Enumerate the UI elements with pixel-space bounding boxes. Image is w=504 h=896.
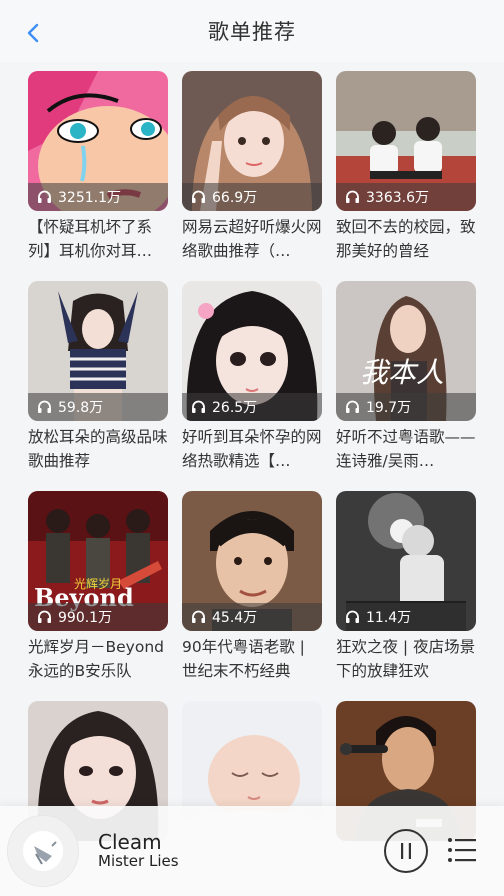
headphones-icon — [192, 190, 205, 203]
playlist-title: 放松耳朵的高级品味歌曲推荐 — [28, 428, 168, 470]
top-bar: 歌单推荐 — [0, 0, 504, 62]
play-count-value: 19.7万 — [366, 400, 412, 416]
playlist-grid: 3251.1万 【怀疑耳机坏了系列】耳机你对耳… 66.9万 网易云超好听爆火网… — [0, 62, 504, 896]
play-count-value: 3251.1万 — [58, 190, 121, 206]
play-count-value: 3363.6万 — [366, 190, 429, 206]
play-count: 66.9万 — [182, 183, 322, 211]
play-count: 19.7万 — [336, 393, 476, 421]
playlist-card[interactable]: 我本人 19.7万 好听不过粤语歌——连诗雅/吴雨… — [336, 281, 476, 491]
headphones-icon — [346, 190, 359, 203]
playlist-cover: 3363.6万 — [336, 71, 476, 211]
playlist-cover: 26.5万 — [182, 281, 322, 421]
playlist-cover: 11.4万 — [336, 491, 476, 631]
playlist-title: 致回不去的校园，致那美好的曾经 — [336, 218, 476, 260]
playlist-cover: 66.9万 — [182, 71, 322, 211]
mini-player[interactable] — [0, 806, 504, 896]
now-playing-title: Cleam — [98, 830, 162, 854]
playlist-title: 狂欢之夜 | 夜店场景下的放肆狂欢 — [336, 638, 476, 680]
app-root: 歌单推荐 3251.1万 【怀疑耳机坏了系列】耳机你对耳… 66.9万 网易云超… — [0, 0, 504, 896]
playlist-card[interactable]: 59.8万 放松耳朵的高级品味歌曲推荐 — [28, 281, 168, 491]
play-count: 11.4万 — [336, 603, 476, 631]
playlist-cover: 我本人 19.7万 — [336, 281, 476, 421]
headphones-icon — [38, 400, 51, 413]
page-title: 歌单推荐 — [208, 20, 296, 44]
headphones-icon — [38, 190, 51, 203]
playlist-title: 好听不过粤语歌——连诗雅/吴雨… — [336, 428, 476, 470]
playlist-title: 光辉岁月－Beyond永远的B安乐队 — [28, 638, 164, 680]
playlist-button[interactable] — [446, 834, 478, 866]
playlist-card[interactable]: 光辉岁月 Beyond 990.1万 光辉岁月－Beyond永远的B安乐队 — [28, 491, 168, 701]
playlist-card[interactable]: 3251.1万 【怀疑耳机坏了系列】耳机你对耳… — [28, 71, 168, 281]
playlist-title: 【怀疑耳机坏了系列】耳机你对耳… — [28, 218, 153, 260]
cover-text: 我本人 — [360, 356, 445, 389]
headphones-icon — [192, 400, 205, 413]
play-count: 45.4万 — [182, 603, 322, 631]
playlist-card[interactable]: 26.5万 好听到耳朵怀孕的网络热歌精选【… — [182, 281, 322, 491]
playlist-title: 网易云超好听爆火网络歌曲推荐（… — [182, 218, 322, 260]
play-count-value: 59.8万 — [58, 400, 104, 416]
play-count-value: 26.5万 — [212, 400, 258, 416]
headphones-icon — [38, 610, 51, 623]
chevron-left-icon — [27, 23, 39, 43]
playlist-cover: 光辉岁月 Beyond 990.1万 — [28, 491, 168, 631]
album-art-icon — [34, 841, 57, 865]
headphones-icon — [192, 610, 205, 623]
pause-icon — [401, 843, 411, 859]
headphones-icon — [346, 400, 359, 413]
pause-button[interactable] — [384, 829, 428, 873]
play-count-value: 11.4万 — [366, 610, 412, 626]
playlist-card[interactable]: 45.4万 90年代粤语老歌 | 世纪末不朽经典 — [182, 491, 322, 701]
play-count: 26.5万 — [182, 393, 322, 421]
play-count: 3363.6万 — [336, 183, 476, 211]
back-button[interactable] — [16, 16, 50, 50]
playlist-cover: 3251.1万 — [28, 71, 168, 211]
playlist-cover: 45.4万 — [182, 491, 322, 631]
playlist-card[interactable]: 11.4万 狂欢之夜 | 夜店场景下的放肆狂欢 — [336, 491, 476, 701]
play-count-value: 990.1万 — [58, 610, 113, 626]
headphones-icon — [346, 610, 359, 623]
play-count: 990.1万 — [28, 603, 168, 631]
playlist-title: 90年代粤语老歌 | 世纪末不朽经典 — [182, 638, 305, 680]
play-count: 59.8万 — [28, 393, 168, 421]
playlist-card[interactable]: 66.9万 网易云超好听爆火网络歌曲推荐（… — [182, 71, 322, 281]
playlist-icon — [448, 838, 476, 862]
playlist-cover: 59.8万 — [28, 281, 168, 421]
playlist-card[interactable]: 3363.6万 致回不去的校园，致那美好的曾经 — [336, 71, 476, 281]
play-count-value: 45.4万 — [212, 610, 258, 626]
play-count-value: 66.9万 — [212, 190, 258, 206]
album-disc[interactable] — [8, 816, 78, 886]
now-playing-artist: Mister Lies — [98, 852, 179, 870]
play-count: 3251.1万 — [28, 183, 168, 211]
playlist-title: 好听到耳朵怀孕的网络热歌精选【… — [182, 428, 322, 470]
